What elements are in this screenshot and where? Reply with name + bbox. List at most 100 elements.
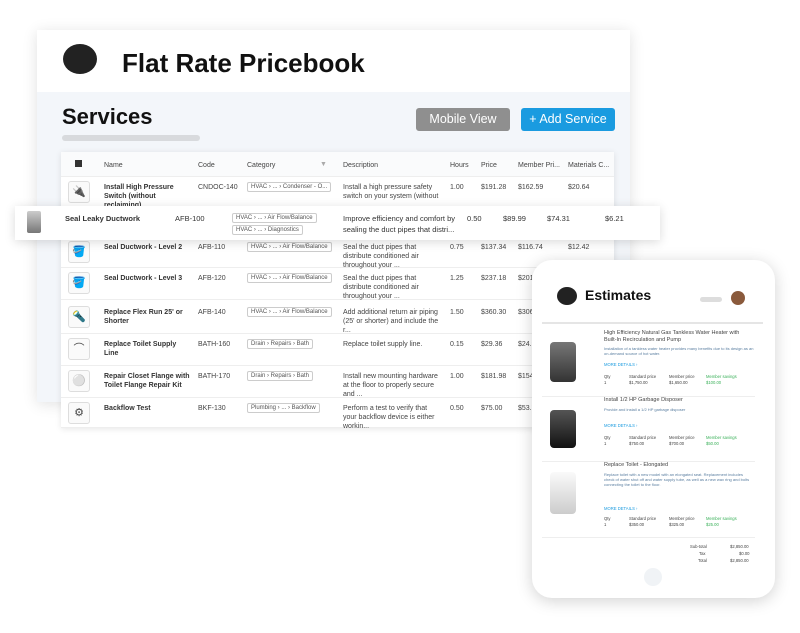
service-thumbnail: 🔌 (68, 181, 90, 203)
row-description: Seal the duct pipes that distribute cond… (343, 244, 419, 269)
row-code: BATH-160 (198, 341, 231, 348)
app-title: Flat Rate Pricebook (122, 48, 365, 78)
estimate-item: Install 1/2 HP Garbage Disposer Provide … (542, 397, 755, 462)
row-code: AFB-100 (175, 214, 205, 223)
row-hours: 1.00 (450, 373, 464, 380)
category-tag: Drain › Repairs › Bath (247, 339, 314, 349)
item-description: Replace toilet with a new model with an … (604, 472, 750, 487)
row-price: $29.36 (481, 341, 503, 348)
tax-label: Tax (699, 551, 706, 556)
water-heater-image (550, 342, 576, 382)
item-description: Provide and install a 1/2 HP garbage dis… (604, 407, 686, 412)
page-title: Services (62, 104, 153, 129)
row-name: Seal Ductwork - Level 2 (104, 244, 183, 251)
service-thumbnail: 🪣 (68, 241, 90, 263)
col-price[interactable]: Price (481, 161, 497, 170)
col-description[interactable]: Description (343, 161, 378, 170)
logo-icon (63, 44, 97, 74)
qty-value: 1 (604, 441, 607, 446)
row-code: AFB-110 (198, 244, 226, 251)
row-name: Replace Toilet Supply Line (104, 341, 177, 357)
row-code: AFB-120 (198, 275, 226, 282)
garbage-disposer-image (550, 410, 576, 448)
col-code[interactable]: Code (198, 161, 215, 170)
category-tag: HVAC › ... › Air Flow/Balance (247, 307, 332, 317)
row-hours: 0.75 (450, 244, 464, 251)
row-member-price: $116.74 (518, 244, 543, 251)
logo-icon (557, 287, 577, 305)
col-hours[interactable]: Hours (450, 161, 469, 170)
row-price: $237.18 (481, 275, 507, 282)
item-description: Installation of a tankless water heater … (604, 346, 754, 356)
member-savings-value: $50.00 (706, 441, 719, 446)
mobile-estimates-preview: Estimates High Efficiency Natural Gas Ta… (532, 260, 775, 598)
row-name: Seal Leaky Ductwork (65, 214, 141, 223)
row-materials: $20.64 (568, 184, 590, 191)
item-title: Install 1/2 HP Garbage Disposer (604, 397, 683, 403)
row-hours: 1.50 (450, 309, 464, 316)
subtotal-label: Sub-total (690, 544, 707, 549)
header: Flat Rate Pricebook (37, 30, 630, 92)
row-price: $181.98 (481, 373, 507, 380)
row-hours: 0.15 (450, 341, 464, 348)
add-service-button[interactable]: + Add Service (521, 108, 615, 131)
more-details-link[interactable]: MORE DETAILS › (604, 362, 637, 367)
row-code: CNDOC-140 (198, 184, 238, 191)
row-description: Perform a test to verify that your backf… (343, 405, 435, 430)
home-button[interactable] (644, 568, 662, 586)
row-price: $137.34 (481, 244, 507, 251)
category-tag: HVAC › ... › Air Flow/Balance (247, 273, 332, 283)
category-tag: HVAC › ... › Air Flow/Balance (232, 213, 317, 223)
row-hours: 0.50 (450, 405, 464, 412)
row-member-price: $162.59 (518, 184, 544, 191)
image-column-icon (75, 160, 82, 167)
table-row[interactable]: 🔌 Install High Pressure Switch (without … (61, 177, 614, 209)
item-title: High Efficiency Natural Gas Tankless Wat… (604, 330, 740, 343)
row-hours: 0.50 (467, 214, 482, 223)
toilet-image (550, 472, 576, 514)
item-title: Replace Toilet - Elongated (604, 462, 669, 468)
row-name: Seal Ductwork - Level 3 (104, 275, 183, 282)
row-price: $191.28 (481, 184, 507, 191)
row-description: Replace toilet supply line. (343, 341, 423, 348)
row-materials: $12.42 (568, 244, 590, 251)
row-description: Improve efficiency and comfort by sealin… (343, 214, 455, 234)
category-tag: Plumbing › ... › Backflow (247, 403, 320, 413)
col-materials-cost[interactable]: Materials C... (568, 161, 609, 170)
estimates-title: Estimates (585, 287, 652, 303)
divider (542, 322, 763, 324)
more-details-link[interactable]: MORE DETAILS › (604, 506, 637, 511)
qty-value: 1 (604, 522, 607, 527)
estimate-item: High Efficiency Natural Gas Tankless Wat… (542, 330, 755, 397)
row-price: $360.30 (481, 309, 507, 316)
col-category[interactable]: Category (247, 161, 275, 170)
avatar[interactable] (731, 291, 745, 305)
mobile-view-button[interactable]: Mobile View (416, 108, 510, 131)
total-value: $2,850.00 (730, 558, 749, 563)
service-thumbnail: 🔦 (68, 306, 90, 328)
member-price-value: $1,650.00 (669, 380, 688, 385)
tax-value: $0.00 (739, 551, 750, 556)
row-code: BKF-130 (198, 405, 226, 412)
more-details-link[interactable]: MORE DETAILS › (604, 423, 637, 428)
filter-icon[interactable]: ▼ (320, 160, 327, 169)
qty-value: 1 (604, 380, 607, 385)
row-description: Seal the duct pipes that distribute cond… (343, 275, 419, 300)
row-name: Backflow Test (104, 405, 151, 412)
subtotal-value: $2,850.00 (730, 544, 749, 549)
col-name[interactable]: Name (104, 161, 123, 170)
category-tag: Drain › Repairs › Bath (247, 371, 314, 381)
row-description: Install new mounting hardware at the flo… (343, 373, 438, 398)
highlighted-row[interactable]: Seal Leaky Ductwork AFB-100 HVAC › ... ›… (15, 206, 660, 240)
category-tag: HVAC › ... › Air Flow/Balance (247, 242, 332, 252)
table-row[interactable]: 🪣 Seal Ductwork - Level 2 AFB-110 HVAC ›… (61, 237, 614, 269)
member-savings-value: $25.00 (706, 522, 719, 527)
row-hours: 1.25 (450, 275, 464, 282)
col-member-price[interactable]: Member Pri... (518, 161, 560, 170)
estimate-item: Replace Toilet - Elongated Replace toile… (542, 462, 755, 538)
service-thumbnail: 🪣 (68, 272, 90, 294)
service-thumbnail: ⚙ (68, 402, 90, 424)
row-price: $89.99 (503, 214, 526, 223)
row-name: Replace Flex Run 25' or Shorter (104, 309, 183, 325)
member-price-value: $325.00 (669, 522, 685, 527)
